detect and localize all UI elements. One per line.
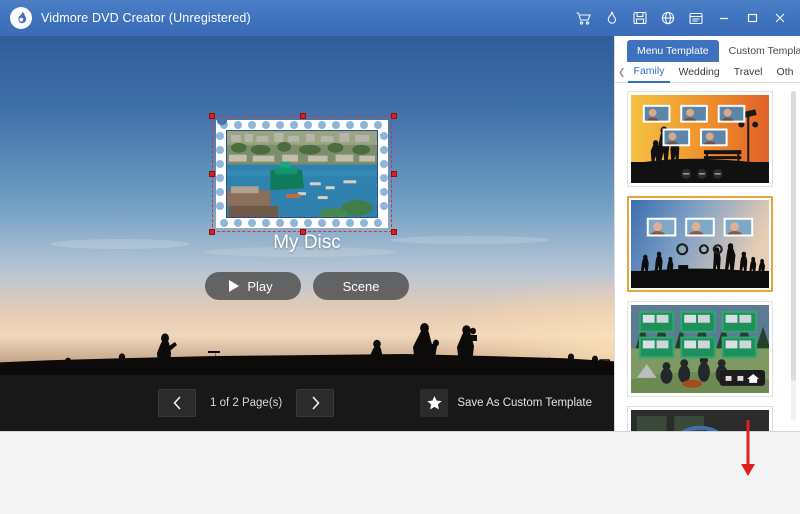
app-title: Vidmore DVD Creator (Unregistered) — [41, 11, 251, 25]
cart-icon[interactable] — [575, 10, 592, 27]
save-icon[interactable] — [631, 10, 648, 27]
photo-thumbnail — [226, 130, 378, 218]
help-icon[interactable] — [659, 10, 676, 27]
category-tab-other[interactable]: Oth — [771, 62, 800, 82]
scene-button[interactable]: Scene — [313, 272, 409, 300]
resize-handle-n[interactable] — [300, 113, 306, 119]
menu-preview-canvas[interactable]: My Disc Play Scene — [0, 36, 614, 431]
window-controls — [575, 10, 800, 27]
play-triangle-icon — [229, 280, 239, 292]
menu-icon[interactable] — [687, 10, 704, 27]
resize-handle-ne[interactable] — [391, 113, 397, 119]
chevron-left-icon — [172, 396, 183, 410]
maximize-icon[interactable] — [743, 10, 760, 27]
next-page-button[interactable] — [296, 389, 334, 417]
template-tabs: Menu Template Custom Template — [615, 40, 800, 62]
save-as-custom-template-label: Save As Custom Template — [457, 397, 592, 409]
chevron-right-icon — [310, 396, 321, 410]
disc-title: My Disc — [0, 232, 614, 254]
category-tabs: ❮ Family Wedding Travel Oth ◀ ▶ — [615, 62, 800, 83]
chevron-left-small-icon[interactable]: ❮ — [618, 62, 626, 83]
page-indicator: 1 of 2 Page(s) — [210, 397, 282, 409]
category-tab-family[interactable]: Family — [628, 61, 671, 83]
resize-handle-nw[interactable] — [209, 113, 215, 119]
flame-icon[interactable] — [603, 10, 620, 27]
template-scrollbar-thumb[interactable] — [791, 91, 796, 381]
category-tab-travel[interactable]: Travel — [728, 62, 769, 82]
tab-menu-template[interactable]: Menu Template — [627, 40, 719, 62]
app-window: Vidmore DVD Creator (Unregistered) — [0, 0, 800, 514]
template-item-camping-forest[interactable] — [627, 301, 773, 397]
template-panel: Menu Template Custom Template ❮ Family W… — [614, 36, 800, 431]
template-item-beach-silhouette[interactable] — [627, 196, 773, 292]
bottom-toolbar: Add Background Music: ... Loop Apply to … — [0, 431, 800, 514]
play-button-label: Play — [247, 279, 272, 294]
preview-action-buttons: Play Scene — [0, 272, 614, 300]
flame-disc-icon — [10, 7, 32, 29]
previous-page-button[interactable] — [158, 389, 196, 417]
aerial-city-photo — [227, 131, 377, 218]
template-thumbnail — [631, 200, 769, 288]
save-as-custom-template-button[interactable]: Save As Custom Template — [420, 389, 592, 417]
template-item-partial[interactable] — [627, 406, 773, 432]
resize-handle-w[interactable] — [209, 171, 215, 177]
stamp-frame — [216, 120, 388, 228]
star-icon — [420, 389, 448, 417]
play-button[interactable]: Play — [205, 272, 301, 300]
template-thumbnail — [631, 95, 769, 183]
scene-button-label: Scene — [343, 279, 380, 294]
template-list[interactable] — [615, 83, 800, 432]
resize-handle-e[interactable] — [391, 171, 397, 177]
template-thumbnail — [631, 305, 769, 393]
menu-thumbnail-frame[interactable] — [216, 120, 388, 228]
tab-custom-template[interactable]: Custom Template — [719, 40, 800, 62]
title-bar: Vidmore DVD Creator (Unregistered) — [0, 0, 800, 36]
template-scrollbar-track[interactable] — [791, 91, 796, 421]
minimize-icon[interactable] — [715, 10, 732, 27]
close-icon[interactable] — [771, 10, 788, 27]
pager-bar: 1 of 2 Page(s) Save As Custom Template — [0, 375, 614, 431]
category-tab-wedding[interactable]: Wedding — [672, 62, 725, 82]
template-item-sunset-family[interactable] — [627, 91, 773, 187]
template-thumbnail — [631, 410, 769, 432]
